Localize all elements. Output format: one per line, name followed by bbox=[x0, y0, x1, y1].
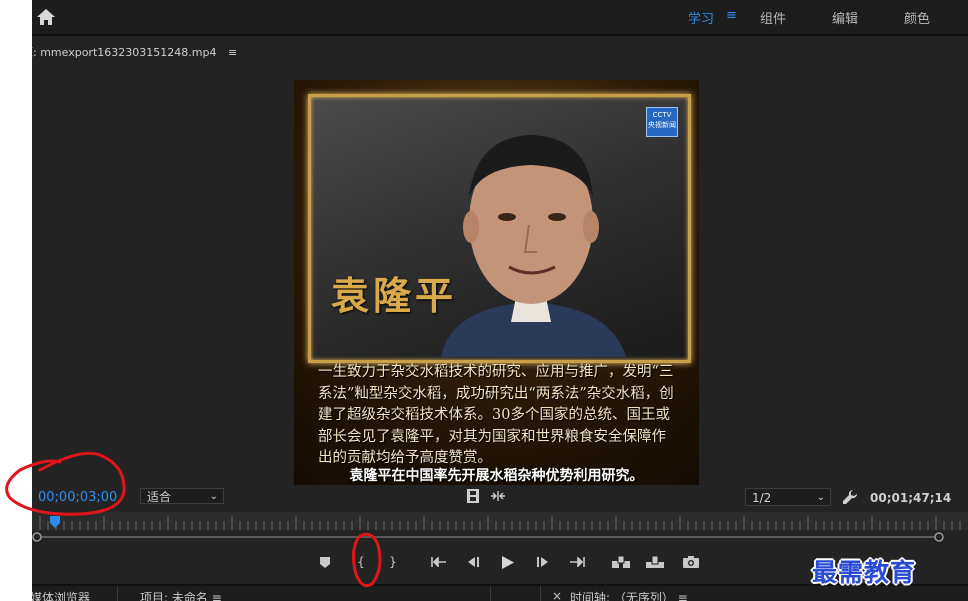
go-to-out-icon bbox=[570, 557, 585, 567]
close-icon[interactable]: × bbox=[552, 589, 562, 601]
mark-in-icon: { bbox=[357, 555, 365, 569]
time-ruler[interactable] bbox=[32, 512, 968, 530]
divider bbox=[117, 586, 118, 601]
ruler-ticks bbox=[39, 516, 961, 530]
video-subtitle: 袁隆平在中国率先开展水稻杂种优势利用研究。 bbox=[349, 468, 644, 484]
chevron-down-icon: ⌄ bbox=[816, 492, 825, 503]
step-back-button[interactable] bbox=[462, 548, 484, 576]
overlay-name: 袁隆平 bbox=[331, 273, 458, 318]
zoom-scrollbar[interactable] bbox=[32, 530, 968, 544]
tab-media-browser[interactable]: 媒体浏览器 bbox=[32, 589, 90, 601]
playhead-timecode[interactable]: 00;00;03;00 bbox=[38, 490, 117, 505]
playhead-marker[interactable] bbox=[50, 516, 60, 528]
go-to-in-icon bbox=[431, 557, 446, 567]
insert-button[interactable] bbox=[610, 548, 632, 576]
workspace-tab-editing[interactable]: 编辑 bbox=[832, 8, 858, 27]
play-icon bbox=[502, 555, 514, 569]
step-forward-icon bbox=[537, 557, 548, 567]
add-marker-button[interactable] bbox=[314, 548, 336, 576]
mark-out-icon: } bbox=[389, 555, 397, 569]
source-panel-title[interactable]: 源: mmexport1632303151248.mp4 bbox=[32, 46, 216, 59]
marker-icon bbox=[320, 556, 330, 568]
workspace-bar: 学习 ≡ 组件 编辑 颜色 bbox=[32, 0, 968, 36]
panel-menu-icon[interactable]: ≡ bbox=[212, 591, 222, 601]
playback-resolution-dropdown[interactable]: 1/2 ⌄ bbox=[745, 488, 831, 506]
portrait-frame: CCTV 央视新闻 袁隆平 bbox=[308, 94, 691, 363]
tab-timeline[interactable]: 时间轴: （无序列） ≡ bbox=[570, 589, 688, 601]
insert-icon bbox=[612, 556, 630, 568]
divider bbox=[490, 586, 491, 601]
portrait-image bbox=[441, 135, 626, 357]
step-back-icon bbox=[468, 557, 479, 567]
panel-menu-icon[interactable]: ≡ bbox=[228, 46, 237, 59]
step-forward-button[interactable] bbox=[532, 548, 554, 576]
mark-in-button[interactable]: { bbox=[350, 548, 372, 576]
workspace-tab-learning[interactable]: 学习 bbox=[688, 8, 714, 27]
workspace-tab-assembly[interactable]: 组件 bbox=[760, 8, 786, 27]
go-to-out-button[interactable] bbox=[566, 548, 588, 576]
chevron-down-icon: ⌄ bbox=[209, 491, 218, 502]
watermark: 最需教育 bbox=[812, 558, 917, 587]
camera-icon bbox=[683, 556, 699, 568]
overwrite-button[interactable] bbox=[644, 548, 666, 576]
export-frame-button[interactable] bbox=[680, 548, 702, 576]
go-to-in-button[interactable] bbox=[428, 548, 450, 576]
mark-out-button[interactable]: } bbox=[382, 548, 404, 576]
workspace-tab-color[interactable]: 颜色 bbox=[904, 8, 930, 27]
panel-menu-icon[interactable]: ≡ bbox=[678, 591, 688, 601]
home-icon[interactable] bbox=[36, 7, 56, 27]
wrench-icon[interactable] bbox=[842, 489, 858, 505]
duration-timecode: 00;01;47;14 bbox=[870, 491, 952, 505]
zoom-fit-dropdown[interactable]: 适合 ⌄ bbox=[140, 488, 224, 504]
cctv-news-logo: CCTV 央视新闻 bbox=[646, 107, 678, 137]
source-panel-header[interactable]: 源: mmexport1632303151248.mp4 ≡ bbox=[32, 44, 237, 60]
play-button[interactable] bbox=[497, 548, 519, 576]
film-drag-icon[interactable] bbox=[467, 489, 479, 503]
overlay-body-text: 一生致力于杂交水稻技术的研究、应用与推广，发明“三系法”籼型杂交水稻，成功研究出… bbox=[318, 364, 674, 466]
divider bbox=[540, 586, 541, 601]
video-preview: CCTV 央视新闻 袁隆平 一生致力于杂交水稻技术的研究、应用与推广，发明“三系法… bbox=[294, 80, 699, 485]
workspace-menu-icon[interactable]: ≡ bbox=[726, 8, 737, 23]
audio-video-drag-icon[interactable] bbox=[491, 491, 505, 501]
premiere-window: 学习 ≡ 组件 编辑 颜色 源: mmexport1632303151248.m… bbox=[32, 0, 968, 601]
overwrite-icon bbox=[646, 556, 664, 568]
tab-project[interactable]: 项目: 未命名 ≡ bbox=[140, 589, 222, 601]
